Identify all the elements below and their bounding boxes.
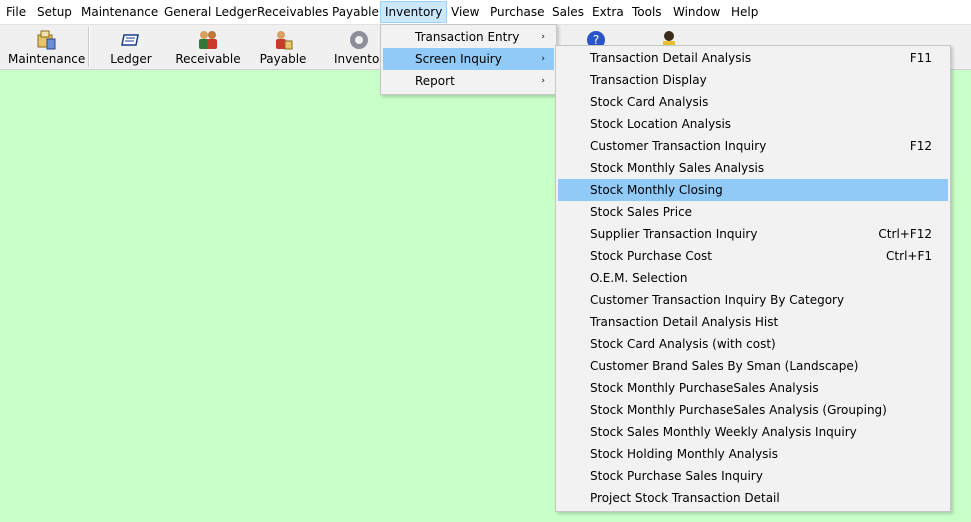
submenu-item[interactable]: O.E.M. Selection: [558, 267, 948, 289]
submenu-item-label: Stock Sales Price: [590, 205, 693, 219]
submenu-item[interactable]: Transaction Detail Analysis F11: [558, 47, 948, 69]
menu-payable[interactable]: Payable: [328, 2, 383, 22]
submenu-item[interactable]: Stock Location Analysis: [558, 113, 948, 135]
submenu-item-shortcut: F12: [909, 139, 932, 153]
menu-window[interactable]: Window: [669, 2, 724, 22]
submenu-item[interactable]: Stock Sales Price: [558, 201, 948, 223]
menu-item-screen-inquiry[interactable]: Screen Inquiry ›: [383, 48, 554, 70]
submenu-item[interactable]: Customer Brand Sales By Sman (Landscape): [558, 355, 948, 377]
submenu-item-label: Stock Sales Monthly Weekly Analysis Inqu…: [590, 425, 857, 439]
submenu-item[interactable]: Transaction Detail Analysis Hist: [558, 311, 948, 333]
submenu-item[interactable]: Stock Sales Monthly Weekly Analysis Inqu…: [558, 421, 948, 443]
menu-item-transaction-entry[interactable]: Transaction Entry ›: [383, 26, 554, 48]
submenu-item-shortcut: Ctrl+F1: [886, 249, 932, 263]
submenu-item-label: Stock Monthly Closing: [590, 183, 723, 197]
submenu-item[interactable]: Customer Transaction Inquiry F12: [558, 135, 948, 157]
gear-icon: [350, 31, 368, 49]
menu-inventory[interactable]: Inventory: [380, 1, 448, 23]
submenu-item-label: Supplier Transaction Inquiry: [590, 227, 758, 241]
menu-view[interactable]: View: [447, 2, 483, 22]
submenu-item-label: O.E.M. Selection: [590, 271, 688, 285]
submenu-item-label: Project Stock Transaction Detail: [590, 491, 780, 505]
submenu-item[interactable]: Stock Purchase Cost Ctrl+F1: [558, 245, 948, 267]
menu-help[interactable]: Help: [727, 2, 762, 22]
chevron-right-icon: ›: [541, 54, 545, 64]
menu-setup[interactable]: Setup: [33, 2, 76, 22]
submenu-item[interactable]: Stock Purchase Sales Inquiry: [558, 465, 948, 487]
menu-file[interactable]: File: [2, 2, 30, 22]
inventory-menu: Transaction Entry › Screen Inquiry › Rep…: [380, 24, 557, 95]
submenu-item[interactable]: Stock Monthly PurchaseSales Analysis: [558, 377, 948, 399]
menu-sales[interactable]: Sales: [548, 2, 588, 22]
submenu-item[interactable]: Stock Monthly Sales Analysis: [558, 157, 948, 179]
submenu-item[interactable]: Stock Card Analysis (with cost): [558, 333, 948, 355]
submenu-item-label: Stock Card Analysis: [590, 95, 709, 109]
submenu-item-label: Customer Brand Sales By Sman (Landscape): [590, 359, 859, 373]
submenu-item-shortcut: Ctrl+F12: [878, 227, 932, 241]
submenu-item-label: Customer Transaction Inquiry By Category: [590, 293, 845, 307]
submenu-item-label: Transaction Detail Analysis: [590, 51, 752, 65]
submenu-item[interactable]: Customer Transaction Inquiry By Category: [558, 289, 948, 311]
menu-tools[interactable]: Tools: [628, 2, 666, 22]
toolbar-receivable-button[interactable]: Receivable: [172, 25, 244, 69]
screen-inquiry-submenu: Transaction Detail Analysis F11 Transactio…: [555, 45, 951, 512]
submenu-item-label: Stock Card Analysis (with cost): [590, 337, 776, 351]
submenu-item-label: Stock Holding Monthly Analysis: [590, 447, 779, 461]
submenu-item-label: Stock Location Analysis: [590, 117, 732, 131]
submenu-item[interactable]: Project Stock Transaction Detail: [558, 487, 948, 509]
chevron-right-icon: ›: [541, 32, 545, 42]
menu-maintenance[interactable]: Maintenance: [77, 2, 162, 22]
chevron-right-icon: ›: [541, 76, 545, 86]
toolbar-label: Ledger: [110, 52, 152, 66]
submenu-item-label: Customer Transaction Inquiry: [590, 139, 767, 153]
menu-general-ledger[interactable]: General Ledger: [160, 2, 261, 22]
submenu-item-label: Stock Monthly PurchaseSales Analysis: [590, 381, 819, 395]
submenu-item[interactable]: Stock Card Analysis: [558, 91, 948, 113]
toolbar-help-button[interactable]: ?: [582, 25, 610, 47]
menu-extra[interactable]: Extra: [588, 2, 628, 22]
toolbar-label: Receivable: [175, 52, 241, 66]
toolbar-label: Payable: [259, 52, 307, 66]
submenu-item-label: Transaction Detail Analysis Hist: [590, 315, 779, 329]
supplier-icon: [276, 31, 293, 50]
submenu-item[interactable]: Stock Monthly Closing: [558, 179, 948, 201]
toolbar-label: Maintenance: [8, 52, 86, 66]
toolbar-ledger-button[interactable]: Ledger: [100, 25, 162, 69]
ledger-icon: [121, 34, 139, 46]
maintenance-icon: [37, 30, 56, 50]
toolbar-user-button[interactable]: [655, 25, 683, 47]
menu-item-report[interactable]: Report ›: [383, 70, 554, 92]
submenu-item[interactable]: Stock Holding Monthly Analysis: [558, 443, 948, 465]
submenu-item-label: Stock Purchase Sales Inquiry: [590, 469, 763, 483]
submenu-item-label: Stock Purchase Cost: [590, 249, 713, 263]
submenu-item[interactable]: Transaction Display: [558, 69, 948, 91]
submenu-item[interactable]: Supplier Transaction Inquiry Ctrl+F12: [558, 223, 948, 245]
people-icon: [199, 31, 217, 49]
menu-bar: File Setup Maintenance General Ledger Re…: [0, 0, 971, 25]
submenu-item-label: Stock Monthly Sales Analysis: [590, 161, 765, 175]
submenu-item[interactable]: Stock Monthly PurchaseSales Analysis (Gr…: [558, 399, 948, 421]
submenu-item-label: Stock Monthly PurchaseSales Analysis (Gr…: [590, 403, 887, 417]
menu-receivables[interactable]: Receivables: [253, 2, 333, 22]
menu-purchase[interactable]: Purchase: [486, 2, 549, 22]
toolbar-payable-button[interactable]: Payable: [256, 25, 310, 69]
toolbar-maintenance-button[interactable]: Maintenance: [8, 25, 86, 69]
submenu-item-shortcut: F11: [909, 51, 932, 65]
toolbar-separator: [88, 27, 90, 67]
submenu-item-label: Transaction Display: [590, 73, 707, 87]
